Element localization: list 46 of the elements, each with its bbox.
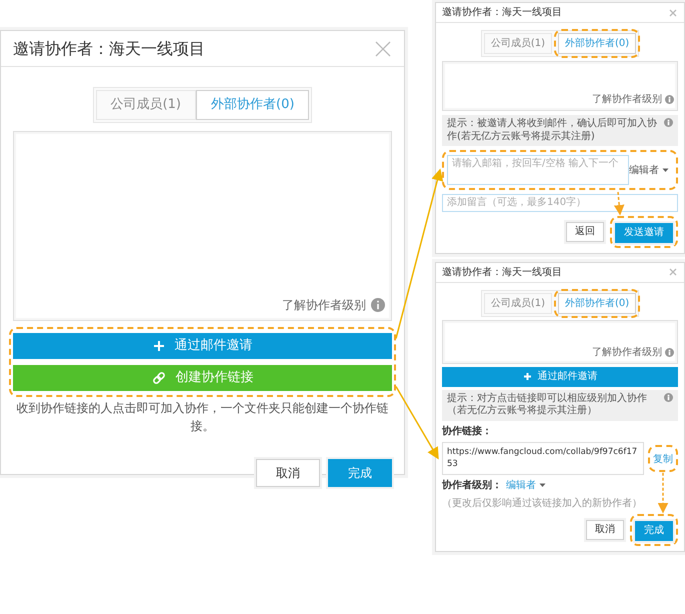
link-icon [152, 370, 166, 384]
tab[interactable]: 外部协作者(0) [196, 90, 310, 120]
field-label: 协作链接： [442, 424, 493, 438]
role-dropdown[interactable]: 编辑者 [506, 478, 546, 493]
hint-text: （更改后仅影响通过该链接加入的新协作者） [442, 496, 643, 511]
secondary-button[interactable]: 返回 [566, 222, 604, 242]
info-icon[interactable] [664, 392, 673, 402]
info-icon[interactable] [664, 118, 673, 127]
info-icon[interactable] [665, 348, 674, 356]
create-link-button[interactable]: 创建协作链接 [13, 364, 392, 390]
link-field[interactable]: https://www.fangcloud.com/collab/9f97c6f1753 [442, 442, 644, 475]
secondary-button[interactable]: 取消 [586, 520, 624, 540]
learn-link[interactable]: 了解协作者级别 [592, 344, 662, 360]
message-input-field[interactable]: 添加留言（可选，最多140字） [442, 194, 678, 212]
info-icon[interactable] [371, 298, 385, 312]
learn-link[interactable]: 了解协作者级别 [282, 296, 366, 314]
tip-text: 提示：对方点击链接即可以相应级别加入协作（若无亿方云账号将提示其注册） [447, 392, 648, 418]
dialog-title: 邀请协作者：海天一线项目 [13, 38, 205, 60]
secondary-button[interactable]: 取消 [256, 458, 320, 486]
dialog-title: 邀请协作者：海天一线项目 [442, 6, 562, 20]
copy-link[interactable]: 复制 [653, 454, 673, 465]
caret-icon [539, 483, 546, 488]
field-label: 协作者级别： [442, 478, 502, 493]
close-icon[interactable] [374, 40, 392, 58]
role-dropdown[interactable]: 编辑者 [629, 162, 673, 178]
tab[interactable]: 公司成员(1) [484, 292, 552, 314]
email-invite-button[interactable]: 通过邮件邀请 [13, 332, 392, 358]
close-icon[interactable] [668, 267, 678, 277]
tab[interactable]: 外部协作者(0) [558, 292, 636, 314]
plus-icon [152, 340, 164, 352]
info-icon[interactable] [665, 95, 674, 104]
learn-link[interactable]: 了解协作者级别 [592, 92, 662, 107]
primary-button[interactable]: 发送邀请 [615, 222, 673, 242]
tab[interactable]: 公司成员(1) [96, 90, 196, 120]
close-icon[interactable] [668, 8, 678, 18]
dialog-title: 邀请协作者：海天一线项目 [442, 266, 562, 280]
info-note: 收到协作链接的人点击即可加入协作，一个文件夹只能创建一个协作链接。 [16, 400, 390, 434]
email-input-field[interactable]: 请输入邮箱，按回车/空格 输入下一个 [447, 155, 629, 185]
email-invite-button[interactable]: 通过邮件邀请 [442, 366, 678, 386]
primary-button[interactable]: 完成 [635, 520, 673, 540]
caret-icon [662, 168, 669, 172]
tab[interactable]: 外部协作者(0) [558, 33, 636, 54]
tip-text: 提示：被邀请人将收到邮件，确认后即可加入协作(若无亿方云账号将提示其注册) [447, 118, 658, 143]
primary-button[interactable]: 完成 [328, 458, 392, 486]
plus-icon [522, 372, 532, 381]
tab[interactable]: 公司成员(1) [484, 33, 552, 54]
